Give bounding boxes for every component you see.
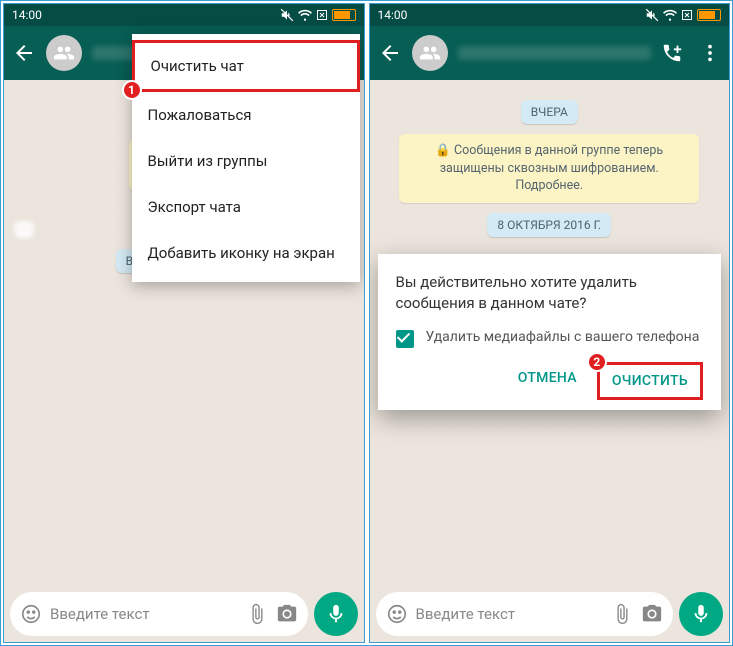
date-chip: 8 ОКТЯБРЯ 2016 Г. (487, 213, 611, 237)
emoji-icon[interactable] (20, 603, 42, 625)
date-chip-yesterday: ВЧЕРА (521, 100, 578, 124)
delete-media-label: Удалить медиафайлы с вашего телефона (426, 328, 700, 348)
chat-header (370, 26, 730, 80)
mute-icon (645, 8, 659, 22)
mic-icon (325, 603, 347, 625)
wifi-icon (663, 8, 677, 22)
group-avatar[interactable] (46, 35, 82, 71)
mic-icon (690, 603, 712, 625)
phone-right: 14:00 ВЧЕРА 🔒 Соо (369, 3, 731, 643)
message-input[interactable]: Введите текст (10, 592, 308, 636)
status-bar: 14:00 (4, 4, 364, 26)
battery-icon (332, 9, 356, 21)
attach-icon[interactable] (246, 603, 268, 625)
battery-icon (697, 9, 721, 21)
annotation-badge-1: 1 (122, 80, 142, 100)
more-icon[interactable] (699, 42, 721, 64)
status-bar: 14:00 (370, 4, 730, 26)
message-input-bar: Введите текст (4, 586, 364, 642)
back-icon[interactable] (378, 41, 402, 65)
mic-button[interactable] (679, 592, 723, 636)
dialog-title: Вы действительно хотите удалить сообщени… (396, 272, 704, 314)
menu-exit-group[interactable]: Выйти из группы (132, 138, 360, 184)
add-call-icon[interactable] (661, 42, 683, 64)
annotation-badge-2: 2 (587, 352, 607, 372)
attach-icon[interactable] (611, 603, 633, 625)
wifi-icon (298, 8, 312, 22)
x-icon (316, 9, 328, 21)
menu-export-chat[interactable]: Экспорт чата (132, 184, 360, 230)
message-input[interactable]: Введите текст (376, 592, 674, 636)
x-icon (681, 9, 693, 21)
encryption-notice[interactable]: 🔒 Сообщения в данной группе теперь защищ… (399, 134, 699, 203)
camera-icon[interactable] (641, 603, 663, 625)
menu-add-shortcut[interactable]: Добавить иконку на экран (132, 230, 360, 276)
phone-left: 14:00 🔒 Сообще защищены Вы (3, 3, 365, 643)
camera-icon[interactable] (276, 603, 298, 625)
mute-icon (280, 8, 294, 22)
back-icon[interactable] (12, 41, 36, 65)
message-input-bar: Введите текст (370, 586, 730, 642)
cancel-button[interactable]: ОТМЕНА (506, 362, 589, 400)
emoji-icon[interactable] (386, 603, 408, 625)
status-time: 14:00 (378, 8, 408, 22)
menu-report[interactable]: Пожаловаться (132, 92, 360, 138)
group-icon (419, 42, 441, 64)
group-avatar[interactable] (412, 35, 448, 71)
mic-button[interactable] (314, 592, 358, 636)
overflow-menu: Очистить чат 1 Пожаловаться Выйти из гру… (132, 34, 360, 282)
message-bubble-blurred (14, 221, 34, 239)
input-placeholder: Введите текст (50, 605, 238, 623)
clear-chat-dialog: Вы действительно хотите удалить сообщени… (378, 254, 722, 410)
delete-media-checkbox[interactable] (396, 330, 414, 348)
menu-clear-chat[interactable]: Очистить чат (132, 40, 360, 92)
group-icon (53, 42, 75, 64)
chat-title-blurred[interactable] (458, 46, 652, 60)
input-placeholder: Введите текст (416, 605, 604, 623)
status-time: 14:00 (12, 8, 42, 22)
confirm-clear-button[interactable]: ОЧИСТИТЬ (597, 362, 703, 400)
